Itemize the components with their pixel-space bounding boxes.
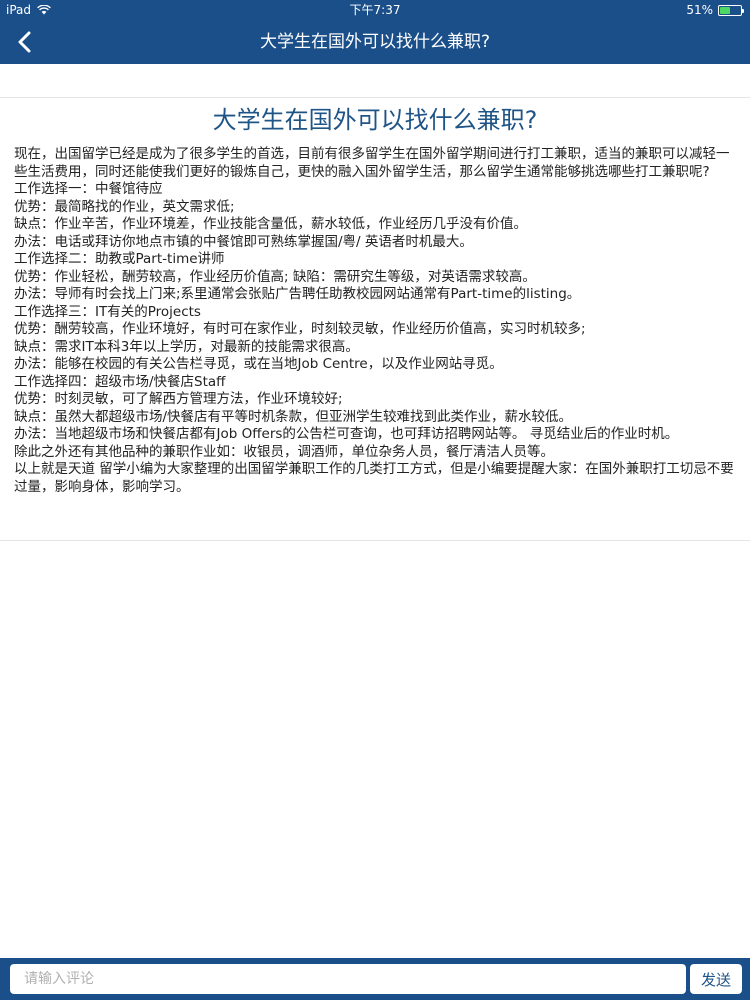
send-button[interactable]: 发送 [690,964,742,994]
article-paragraph: 办法：导师有时会找上门来;系里通常会张贴广告聘任助教校园网站通常有Part-ti… [14,286,581,302]
comment-bar: 发送 [0,958,750,1000]
status-time: 下午7:37 [349,3,401,17]
chevron-left-icon [18,31,31,53]
article-paragraph: 办法：能够在校园的有关公告栏寻觅，或在当地Job Centre，以及作业网站寻觅… [14,356,503,372]
nav-title: 大学生在国外可以找什么兼职? [259,32,491,52]
article-paragraph: 办法：电话或拜访你地点市镇的中餐馆即可熟练掌握国/粤/ 英语者时机最大。 [14,233,473,250]
article-paragraph: 工作选择四：超级市场/快餐店Staff [14,373,226,390]
article-paragraph: 工作选择一：中餐馆待应 [14,181,163,197]
article-paragraph: 办法：当地超级市场和快餐店都有Job Offers的公告栏可查询，也可拜访招聘网… [14,426,679,442]
status-bar: iPad 下午7:37 51% [0,0,750,20]
article-paragraph: 以上就是天道 留学小编为大家整理的出国留学兼职工作的几类打工方式，但是小编要提醒… [14,461,734,495]
comment-input[interactable] [10,964,686,994]
article-body: 现在，出国留学已经是成为了很多学生的首选，目前有很多留学生在国外留学期间进行打工… [14,146,736,496]
top-divider [0,97,750,98]
article-paragraph: 现在，出国留学已经是成为了很多学生的首选，目前有很多留学生在国外留学期间进行打工… [14,146,730,180]
article-paragraph: 缺点：作业辛苦，作业环境差，作业技能含量低，薪水较低，作业经历几乎没有价值。 [14,216,527,232]
battery-percent: 51% [686,3,713,17]
article-paragraph: 工作选择二：助教或Part-time讲师 [14,251,225,267]
article-paragraph: 优势：时刻灵敏，可了解西方管理方法，作业环境较好; [14,391,343,407]
back-button[interactable] [6,24,42,60]
status-right: 51% [686,0,744,20]
article-paragraph: 优势：最简略找的作业，英文需求低; [14,198,235,215]
article-title: 大学生在国外可以找什么兼职? [212,106,538,134]
nav-bar: 大学生在国外可以找什么兼职? [0,20,750,64]
battery-icon [718,5,744,16]
article-paragraph: 优势：酬劳较高，作业环境好，有时可在家作业，时刻较灵敏，作业经历价值高，实习时机… [14,321,586,337]
article-end-divider [0,540,750,541]
article-paragraph: 工作选择三：IT有关的Projects [14,303,201,320]
battery-fill [720,7,731,14]
article-paragraph: 除此之外还有其他品种的兼职作业如：收银员，调酒师，单位杂务人员，餐厅清洁人员等。 [14,443,554,460]
article-paragraph: 优势：作业轻松，酬劳较高，作业经历价值高; 缺陷：需研究生等级，对英语需求较高。 [14,268,536,285]
article-paragraph: 缺点：虽然大都超级市场/快餐店有平等时机条款，但亚洲学生较难找到此类作业，薪水较… [14,408,573,425]
article-paragraph: 缺点：需求IT本科3年以上学历，对最新的技能需求很高。 [14,338,359,355]
